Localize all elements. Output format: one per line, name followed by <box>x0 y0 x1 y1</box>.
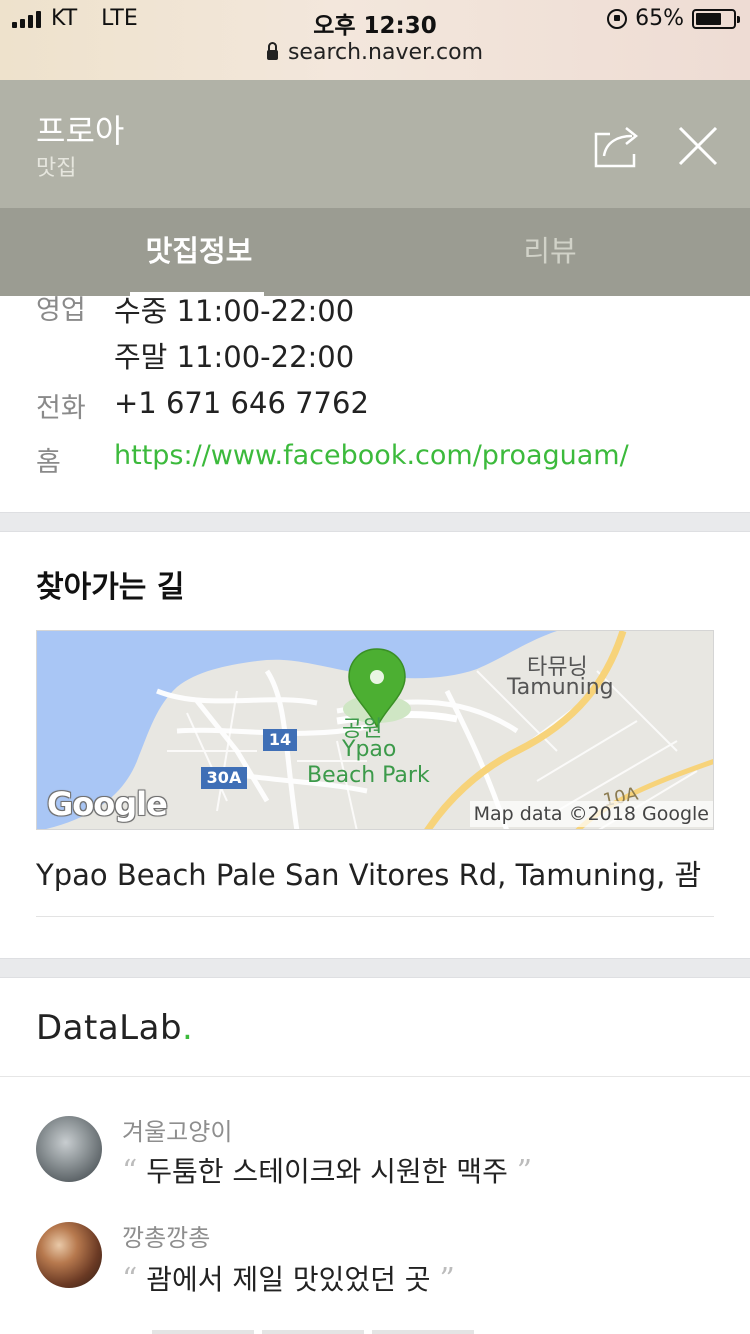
close-icon[interactable] <box>676 124 720 168</box>
homepage-link[interactable]: https://www.facebook.com/proaguam/ <box>114 440 629 471</box>
map-area-en: Tamuning <box>507 675 614 700</box>
review-quote: “ 두툼한 스테이크와 시원한 맥주 ” <box>122 1150 532 1190</box>
tab-bar-overlay <box>0 208 750 296</box>
rotation-lock-icon <box>607 8 628 29</box>
address-text: Ypao Beach Pale San Vitores Rd, Tamuning… <box>36 858 702 892</box>
map-attribution: Map data ©2018 Google <box>469 801 713 827</box>
review-text: 괌에서 제일 맛있었던 곳 <box>146 1263 431 1296</box>
hours-weekend: 주말 11:00-22:00 <box>114 340 355 374</box>
google-logo: Google <box>47 785 168 823</box>
phone-number[interactable]: +1 671 646 7762 <box>114 386 369 420</box>
home-label: 홈 <box>36 447 61 478</box>
open-quote-icon: “ <box>122 1154 138 1189</box>
datalab-dot: . <box>182 1008 194 1048</box>
datalab-logo: DataLab. <box>36 1008 193 1048</box>
section-divider <box>0 512 750 532</box>
location-map[interactable]: 공원 Ypao Beach Park 타뮤닝 Tamuning 14 30A 1… <box>36 630 714 830</box>
map-marker-label-en2: Beach Park <box>307 763 430 788</box>
tag-chip <box>262 1330 364 1334</box>
place-header: 프로아 맛집 <box>0 80 750 208</box>
review-quote: “ 괌에서 제일 맛있었던 곳 ” <box>122 1258 455 1298</box>
address-bar[interactable]: search.naver.com <box>0 40 750 65</box>
battery-icon <box>692 8 740 29</box>
address-separator <box>36 916 714 917</box>
review-text: 두툼한 스테이크와 시원한 맥주 <box>146 1155 508 1188</box>
url-text: search.naver.com <box>287 40 484 65</box>
review-username[interactable]: 깡총깡총 <box>122 1218 210 1253</box>
status-right: 65% <box>607 6 740 31</box>
status-bar: KT LTE 오후 12:30 search.naver.com 65% <box>0 0 750 80</box>
route-14-shield: 14 <box>268 730 292 749</box>
directions-heading: 찾아가는 길 <box>36 570 185 605</box>
review-username[interactable]: 겨울고양이 <box>122 1112 232 1147</box>
avatar[interactable] <box>36 1222 102 1288</box>
datalab-separator <box>0 1076 750 1077</box>
avatar[interactable] <box>36 1116 102 1182</box>
datalab-brand: DataLab <box>36 1008 183 1048</box>
share-icon[interactable] <box>590 122 646 170</box>
tag-chip <box>152 1330 254 1334</box>
open-quote-icon: “ <box>122 1262 138 1297</box>
place-title: 프로아 <box>36 112 125 150</box>
place-category: 맛집 <box>36 156 77 181</box>
battery-percent: 65% <box>635 6 684 31</box>
map-marker-label-en1: Ypao <box>342 737 397 762</box>
route-30a-shield: 30A <box>206 768 242 787</box>
close-quote-icon: ” <box>516 1154 533 1189</box>
tag-chip <box>372 1330 474 1334</box>
phone-label: 전화 <box>36 393 86 424</box>
lock-icon <box>266 42 278 60</box>
section-divider-2 <box>0 958 750 978</box>
close-quote-icon: ” <box>439 1262 455 1297</box>
